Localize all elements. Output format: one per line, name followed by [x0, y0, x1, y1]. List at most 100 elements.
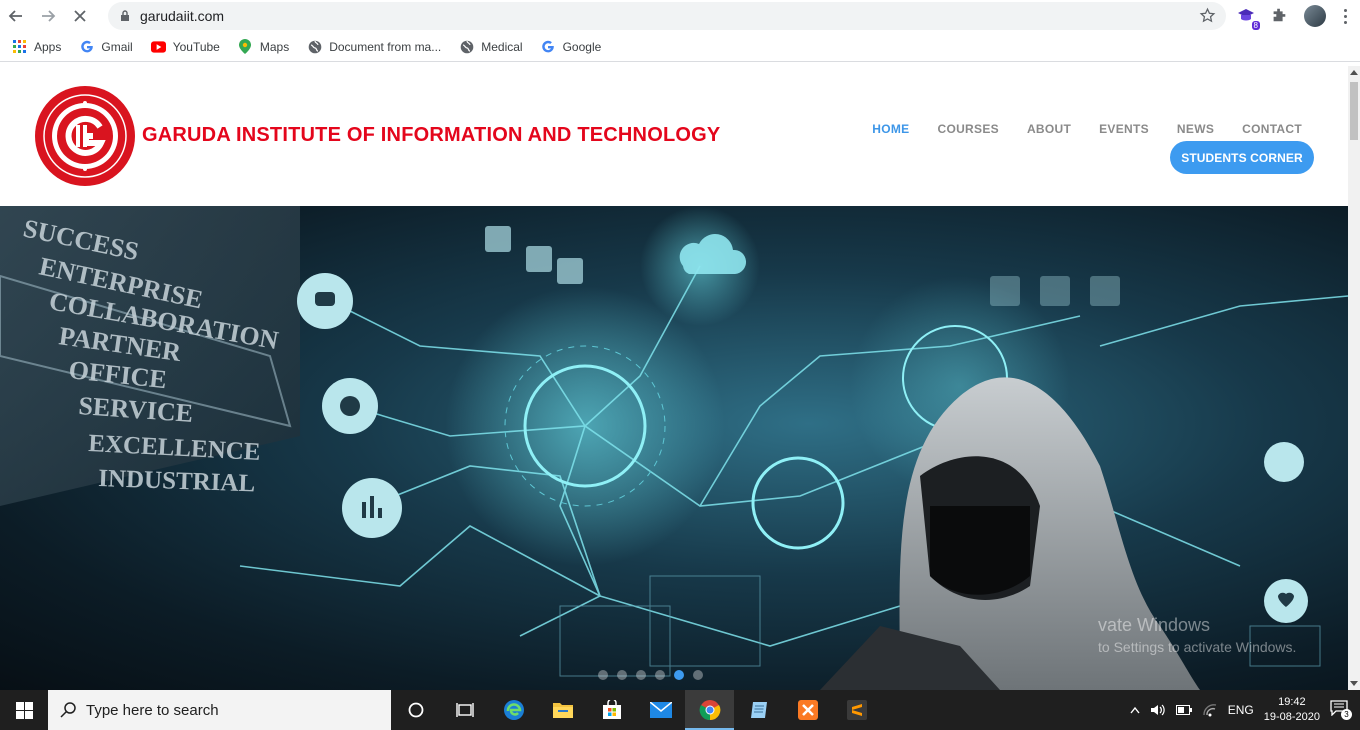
- youtube-icon: [150, 39, 166, 54]
- search-placeholder: Type here to search: [86, 701, 219, 719]
- extension-icon[interactable]: 8: [1236, 6, 1260, 30]
- action-center-button[interactable]: 3: [1330, 700, 1352, 720]
- bookmark-label: Medical: [481, 39, 523, 54]
- url-text[interactable]: garudaiit.com: [140, 8, 224, 24]
- taskbar-search[interactable]: Type here to search: [48, 690, 391, 730]
- globe-icon: [459, 39, 474, 54]
- slider-dots: [598, 670, 703, 680]
- browser-toolbar: garudaiit.com 8: [0, 0, 1360, 32]
- menu-contact[interactable]: CONTACT: [1242, 122, 1302, 136]
- cortana-button[interactable]: [391, 690, 440, 730]
- bookmark-label: Document from ma...: [329, 39, 442, 54]
- menu-news[interactable]: NEWS: [1177, 122, 1214, 136]
- bookmark-star-icon[interactable]: [1199, 7, 1216, 24]
- board-word: INDUSTRIAL: [98, 465, 256, 497]
- google-g-icon: [541, 39, 556, 54]
- lock-icon: [121, 10, 129, 21]
- taskbar-sublime[interactable]: [832, 690, 881, 730]
- chevron-up-icon[interactable]: [1130, 706, 1140, 714]
- bookmark-google[interactable]: Google: [541, 39, 602, 54]
- task-view-icon: [455, 703, 474, 717]
- page-scrollbar[interactable]: [1348, 66, 1360, 690]
- site-title[interactable]: GARUDA INSTITUTE OF INFORMATION AND TECH…: [142, 124, 720, 147]
- menu-courses[interactable]: COURSES: [937, 122, 998, 136]
- windows-taskbar: Type here to search ENG 19:42 19-08-2020: [0, 690, 1360, 730]
- battery-icon[interactable]: [1175, 705, 1192, 715]
- activation-watermark-text: to Settings to activate Windows.: [1098, 639, 1297, 655]
- apps-grid-icon: [12, 39, 27, 54]
- extensions-puzzle-button[interactable]: [1270, 6, 1290, 26]
- hero-slider: SUCCESS ENTERPRISE COLLABORATION PARTNER…: [0, 206, 1348, 690]
- bookmark-apps[interactable]: Apps: [12, 39, 61, 54]
- back-arrow-icon: [8, 10, 22, 22]
- xampp-icon: [797, 700, 818, 720]
- activation-watermark-title: vate Windows: [1098, 615, 1211, 635]
- forward-button[interactable]: [32, 0, 64, 32]
- bookmark-label: Apps: [34, 39, 62, 54]
- globe-icon: [307, 39, 322, 54]
- extension-badge: 8: [1251, 21, 1260, 30]
- slider-dot[interactable]: [693, 670, 703, 680]
- main-menu: HOME COURSES ABOUT EVENTS NEWS CONTACT: [872, 122, 1302, 136]
- profile-avatar[interactable]: [1304, 5, 1326, 27]
- slider-dot[interactable]: [617, 670, 627, 680]
- volume-icon[interactable]: [1150, 703, 1166, 717]
- toolbar-extensions: 8: [1236, 0, 1360, 32]
- google-g-icon: [79, 39, 94, 54]
- web-page: GARUDA INSTITUTE OF INFORMATION AND TECH…: [0, 66, 1348, 690]
- chrome-icon: [699, 700, 720, 721]
- menu-events[interactable]: EVENTS: [1099, 122, 1149, 136]
- taskbar-edge[interactable]: [489, 690, 538, 730]
- edge-icon: [503, 700, 524, 720]
- close-icon: [74, 10, 86, 22]
- slider-dot[interactable]: [636, 670, 646, 680]
- taskbar-store[interactable]: [587, 690, 636, 730]
- students-corner-button[interactable]: STUDENTS CORNER: [1170, 141, 1314, 174]
- bookmark-medical[interactable]: Medical: [459, 39, 523, 54]
- scroll-down-arrow-icon[interactable]: [1350, 681, 1358, 686]
- language-indicator[interactable]: ENG: [1228, 703, 1254, 717]
- bookmark-label: YouTube: [172, 39, 220, 54]
- bookmark-youtube[interactable]: YouTube: [150, 39, 220, 54]
- slider-dot[interactable]: [598, 670, 608, 680]
- puzzle-icon: [1273, 8, 1286, 22]
- garuda-logo-icon: [35, 86, 135, 186]
- taskbar-xampp[interactable]: [783, 690, 832, 730]
- bookmark-document[interactable]: Document from ma...: [307, 39, 441, 54]
- menu-home[interactable]: HOME: [872, 122, 909, 136]
- store-bag-icon: [602, 700, 621, 719]
- scrollbar-thumb[interactable]: [1350, 82, 1358, 140]
- bookmark-label: Google: [562, 39, 602, 54]
- taskbar-file-explorer[interactable]: [538, 690, 587, 730]
- wifi-icon[interactable]: [1202, 703, 1218, 717]
- folder-icon: [552, 703, 573, 718]
- taskbar-chrome[interactable]: [685, 690, 734, 730]
- chrome-menu-button[interactable]: [1340, 8, 1350, 24]
- stop-loading-button[interactable]: [64, 0, 96, 32]
- address-bar[interactable]: garudaiit.com: [108, 2, 1226, 30]
- clock[interactable]: 19:42 19-08-2020: [1264, 695, 1320, 725]
- sublime-icon: [846, 700, 867, 720]
- bookmark-maps[interactable]: Maps: [238, 39, 289, 54]
- slider-dot[interactable]: [655, 670, 665, 680]
- notepad-icon: [750, 702, 767, 718]
- start-button[interactable]: [0, 690, 48, 730]
- bookmark-gmail[interactable]: Gmail: [79, 39, 133, 54]
- mail-icon: [649, 702, 672, 718]
- site-logo[interactable]: [34, 85, 136, 187]
- bookmark-label: Maps: [259, 39, 290, 54]
- back-button[interactable]: [0, 0, 32, 32]
- cortana-circle-icon: [408, 702, 423, 718]
- taskbar-mail[interactable]: [636, 690, 685, 730]
- notification-count: 3: [1341, 709, 1352, 720]
- scroll-up-arrow-icon[interactable]: [1350, 70, 1358, 75]
- menu-about[interactable]: ABOUT: [1027, 122, 1071, 136]
- windows-logo-icon: [15, 701, 33, 719]
- taskbar-notes-app[interactable]: [734, 690, 783, 730]
- system-tray: ENG 19:42 19-08-2020 3: [1130, 690, 1360, 730]
- site-header: GARUDA INSTITUTE OF INFORMATION AND TECH…: [0, 66, 1348, 206]
- clock-time: 19:42: [1278, 696, 1306, 708]
- slider-dot[interactable]: [674, 670, 684, 680]
- search-icon: [60, 702, 76, 718]
- task-view-button[interactable]: [440, 690, 489, 730]
